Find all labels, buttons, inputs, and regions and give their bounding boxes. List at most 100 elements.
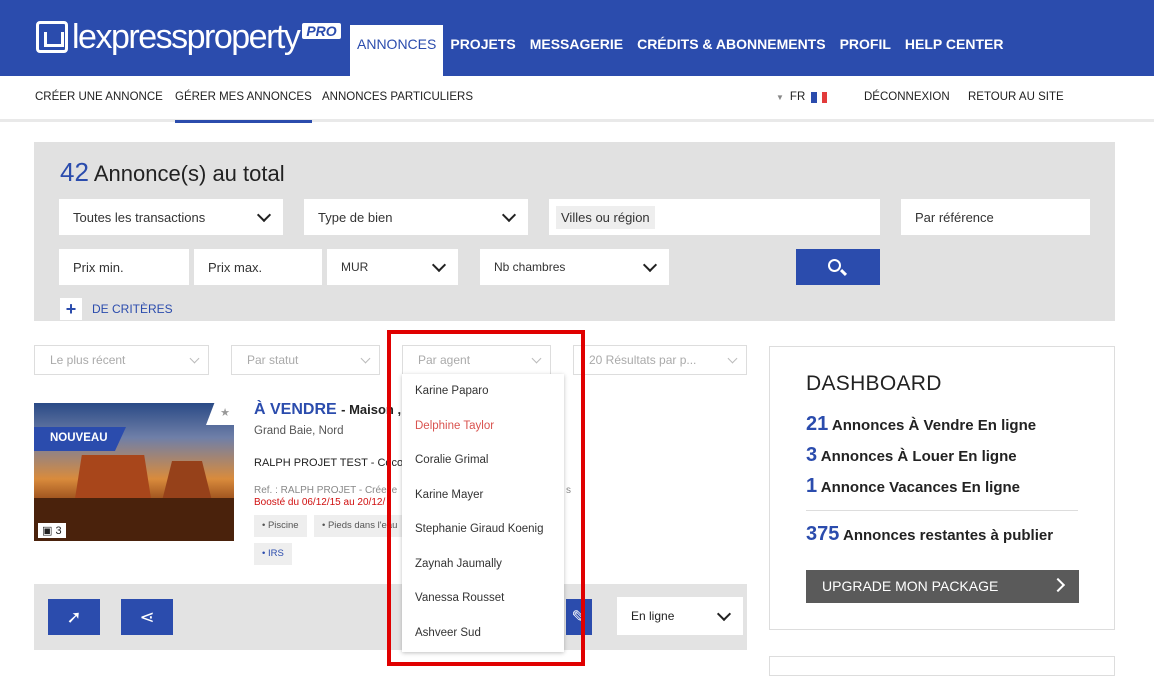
price-min-input[interactable]: Prix min.	[59, 249, 189, 285]
back-to-site-link[interactable]: RETOUR AU SITE	[968, 91, 1064, 103]
listing-project: RALPH PROJET TEST - Coco	[254, 457, 404, 469]
secondary-panel	[769, 656, 1115, 676]
house-icon	[36, 21, 68, 53]
status-select[interactable]: Par statut	[231, 345, 380, 375]
dashboard-remaining-line: 375 Annonces restantes à publier	[806, 523, 1053, 546]
logo-brand: lexpressproperty	[72, 17, 301, 56]
photo-count: ▣ 3	[38, 523, 66, 538]
share-icon: ⋖	[139, 607, 155, 627]
sort-value: Le plus récent	[50, 353, 126, 367]
remaining-label: Annonces restantes à publier	[843, 527, 1054, 544]
reference-input[interactable]: Par référence	[901, 199, 1090, 235]
currency-select[interactable]: MUR	[327, 249, 458, 285]
subnav-create-listing[interactable]: CRÉER UNE ANNONCE	[35, 91, 163, 103]
logout-link[interactable]: DÉCONNEXION	[864, 91, 950, 103]
dashboard-sale-line[interactable]: 21 Annonces À Vendre En ligne	[806, 413, 1036, 436]
chevron-down-icon	[431, 257, 447, 273]
sale-label: Annonces À Vendre En ligne	[831, 417, 1037, 434]
chevron-down-icon	[360, 353, 371, 364]
caret-down-icon: ▼	[776, 92, 784, 102]
highlight-box	[387, 330, 585, 666]
listing-reference: Ref. : RALPH PROJET - Crée le	[254, 485, 398, 496]
logo[interactable]: lexpressproperty PRO	[36, 17, 341, 57]
photo-count-value: 3	[55, 525, 62, 537]
currency-value: MUR	[341, 260, 369, 274]
search-icon	[828, 259, 841, 272]
status-value: Par statut	[247, 353, 299, 367]
chevron-down-icon	[716, 606, 732, 622]
sale-count: 21	[806, 413, 829, 435]
mesa-shape	[162, 461, 212, 501]
divider	[806, 510, 1078, 511]
sort-select[interactable]: Le plus récent	[34, 345, 209, 375]
listing-boost: Boosté du 06/12/15 au 20/12/	[254, 497, 386, 508]
tag-pool: • Piscine	[254, 515, 307, 537]
nav-messagerie[interactable]: MESSAGERIE	[523, 25, 630, 76]
subnav-manage-listings[interactable]: GÉRER MES ANNONCES	[175, 91, 312, 123]
language-selector[interactable]: ▼ FR	[776, 91, 828, 103]
price-max-placeholder: Prix max.	[208, 259, 263, 275]
location-placeholder: Villes ou région	[556, 205, 655, 229]
chevron-down-icon	[727, 353, 738, 364]
per-page-select[interactable]: 20 Résultats par p...	[573, 345, 747, 375]
reference-placeholder: Par référence	[915, 209, 994, 225]
dashboard-panel: DASHBOARD 21 Annonces À Vendre En ligne …	[769, 346, 1115, 630]
vacation-label: Annonce Vacances En ligne	[820, 479, 1020, 496]
listing-title[interactable]: À VENDRE - Maison ,	[254, 401, 401, 419]
more-criteria-plus-icon[interactable]: +	[60, 298, 82, 320]
listing-photo[interactable]: NOUVEAU ★ ▣ 3	[34, 403, 234, 541]
vacation-count: 1	[806, 475, 818, 497]
main-nav: ANNONCES PROJETS MESSAGERIE CRÉDITS & AB…	[350, 25, 1010, 76]
rent-count: 3	[806, 444, 818, 466]
chevron-down-icon	[501, 207, 517, 223]
upgrade-label: UPGRADE MON PACKAGE	[822, 578, 999, 594]
more-criteria-link[interactable]: DE CRITÈRES	[92, 302, 173, 316]
per-page-value: 20 Résultats par p...	[589, 353, 697, 367]
logo-pro-badge: PRO	[302, 23, 341, 39]
dashboard-title: DASHBOARD	[806, 372, 942, 395]
rocket-icon: ➚	[66, 607, 82, 627]
price-max-input[interactable]: Prix max.	[194, 249, 322, 285]
share-button[interactable]: ⋖	[121, 599, 173, 635]
bedrooms-value: Nb chambres	[494, 260, 566, 274]
subnav-private-listings[interactable]: ANNONCES PARTICULIERS	[322, 91, 473, 103]
search-button[interactable]	[796, 249, 880, 285]
listing-status-value: En ligne	[631, 609, 675, 623]
nav-profil[interactable]: PROFIL	[833, 25, 898, 76]
dashboard-vacation-line[interactable]: 1 Annonce Vacances En ligne	[806, 475, 1020, 498]
price-min-placeholder: Prix min.	[73, 259, 124, 275]
listing-location: Grand Baie, Nord	[254, 425, 344, 437]
language-code: FR	[789, 91, 806, 103]
chevron-down-icon	[642, 257, 658, 273]
total-label: Annonce(s) au total	[93, 161, 285, 186]
nav-credits[interactable]: CRÉDITS & ABONNEMENTS	[630, 25, 833, 76]
french-flag-icon	[811, 91, 828, 103]
star-icon[interactable]: ★	[206, 403, 234, 425]
location-input[interactable]: Villes ou région	[549, 199, 880, 235]
dashboard-rent-line[interactable]: 3 Annonces À Louer En ligne	[806, 444, 1017, 467]
property-type-value: Type de bien	[318, 209, 393, 225]
listing-title-main: À VENDRE	[254, 401, 337, 418]
transactions-select[interactable]: Toutes les transactions	[59, 199, 283, 235]
rent-label: Annonces À Louer En ligne	[820, 448, 1017, 465]
nav-projets[interactable]: PROJETS	[443, 25, 522, 76]
total-count-heading: 42 Annonce(s) au total	[60, 157, 285, 188]
tag-irs: • IRS	[254, 543, 292, 565]
nav-help-center[interactable]: HELP CENTER	[898, 25, 1011, 76]
transactions-value: Toutes les transactions	[73, 209, 206, 225]
nav-annonces[interactable]: ANNONCES	[350, 25, 444, 76]
chevron-right-icon	[1050, 577, 1066, 593]
sub-nav: CRÉER UNE ANNONCE GÉRER MES ANNONCES ANN…	[0, 76, 1154, 123]
new-badge: NOUVEAU	[34, 427, 126, 451]
remaining-count: 375	[806, 523, 840, 545]
bedrooms-select[interactable]: Nb chambres	[480, 249, 669, 285]
boost-rocket-button[interactable]: ➚	[48, 599, 100, 635]
search-panel: 42 Annonce(s) au total Toutes les transa…	[34, 142, 1115, 321]
top-bar: lexpressproperty PRO ANNONCES PROJETS ME…	[0, 0, 1154, 76]
property-type-select[interactable]: Type de bien	[304, 199, 528, 235]
total-count: 42	[60, 157, 89, 187]
listing-status-select[interactable]: En ligne	[617, 597, 743, 635]
upgrade-package-button[interactable]: UPGRADE MON PACKAGE	[806, 570, 1079, 603]
chevron-down-icon	[256, 207, 272, 223]
chevron-down-icon	[189, 353, 200, 364]
